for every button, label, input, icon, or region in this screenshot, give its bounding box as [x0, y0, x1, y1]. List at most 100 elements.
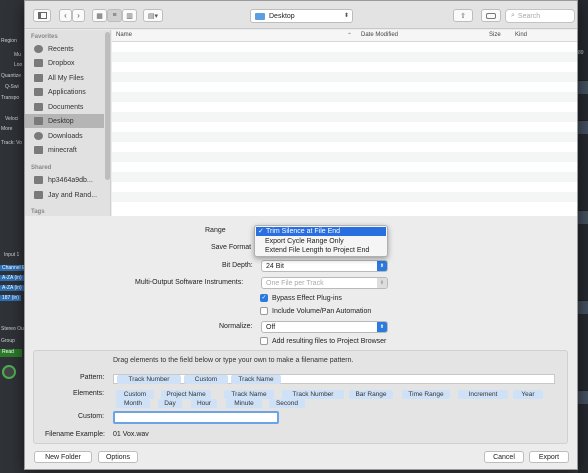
search-placeholder: Search [517, 12, 541, 20]
bypass-checkbox[interactable]: ✓ Bypass Effect Plug-ins [260, 294, 342, 302]
element-token[interactable]: Track Number [282, 390, 344, 399]
sidebar-item-recents[interactable]: Recents [25, 42, 104, 56]
path-popup[interactable]: Desktop ⬍ [250, 9, 353, 23]
sidebar-item-documents[interactable]: Documents [25, 100, 104, 114]
forward-button[interactable]: › [72, 9, 85, 22]
daw-label: Loo [14, 62, 23, 68]
daw-label: More [1, 126, 13, 132]
new-folder-button[interactable]: New Folder [34, 451, 92, 463]
export-dialog: ‹ › ▦ ≡ ▥ ▤▾ Desktop ⬍ ⇧ ⌕ Search Favori… [24, 0, 578, 470]
sidebar-item-desktop[interactable]: Desktop [25, 114, 104, 128]
clock-icon [34, 45, 43, 53]
row-stripe [112, 92, 577, 102]
arrange-button[interactable]: ▤▾ [143, 9, 163, 22]
tag-button[interactable] [481, 9, 501, 22]
sidebar-item-label: Desktop [48, 117, 74, 125]
range-menu: ✓ Trim Silence at File End Export Cycle … [254, 225, 388, 257]
sidebar-header-favorites: Favorites [31, 34, 58, 40]
element-token[interactable]: Year [513, 390, 543, 399]
column-header-size[interactable]: Size [489, 32, 501, 38]
sidebar-item-minecraft[interactable]: minecraft [25, 143, 104, 157]
icon-view-button[interactable]: ▦ [92, 9, 107, 22]
tag-icon [486, 12, 496, 19]
bit-depth-label: Bit Depth: [222, 262, 253, 269]
row-stripe [112, 172, 577, 182]
search-icon: ⌕ [511, 12, 515, 19]
search-input[interactable]: ⌕ Search [505, 9, 575, 23]
daw-label: Region [1, 38, 17, 44]
all-files-icon [34, 74, 43, 82]
desktop-icon [34, 117, 43, 125]
sidebar-item-applications[interactable]: Applications [25, 85, 104, 99]
menu-item-extend-length[interactable]: Extend File Length to Project End [255, 246, 387, 255]
bit-depth-popup[interactable]: 24 Bit ⬍ [261, 260, 388, 272]
checkbox-icon [260, 337, 268, 345]
element-token[interactable]: Project Name [161, 390, 211, 399]
chevron-up-icon: ⌃ [347, 33, 353, 39]
include-automation-checkbox[interactable]: Include Volume/Pan Automation [260, 307, 371, 315]
menu-item-trim-silence[interactable]: ✓ Trim Silence at File End [256, 227, 386, 236]
share-icon: ⇧ [460, 12, 466, 20]
sidebar-item-downloads[interactable]: Downloads [25, 129, 104, 143]
list-view-button[interactable]: ≡ [107, 9, 122, 22]
share-button[interactable]: ⇧ [453, 9, 473, 22]
element-token[interactable]: Custom [116, 390, 154, 399]
daw-label: A-ZA (in) [0, 275, 24, 281]
checkbox-icon [260, 307, 268, 315]
options-button[interactable]: Options [98, 451, 138, 463]
element-token[interactable]: Hour [191, 399, 217, 408]
chevron-updown-icon: ⬍ [377, 322, 387, 332]
arrange-icon: ▤▾ [147, 12, 159, 20]
track-region [578, 120, 588, 134]
sidebar-item-shared-computer[interactable]: hp3464a9db... [25, 173, 104, 187]
back-button[interactable]: ‹ [59, 9, 72, 22]
multi-output-value: One File per Track [266, 279, 324, 287]
element-token[interactable]: Track Name [224, 390, 274, 399]
pan-knob[interactable] [2, 365, 16, 379]
save-format-label: Save Format [211, 244, 252, 251]
add-to-browser-checkbox[interactable]: Add resulting files to Project Browser [260, 337, 386, 345]
column-header-kind[interactable]: Kind [515, 32, 527, 38]
daw-label: Q-Swi [5, 84, 19, 90]
row-stripe [112, 52, 577, 62]
chevron-updown-icon: ⬍ [343, 13, 349, 19]
element-token[interactable]: Time Range [402, 390, 450, 399]
cancel-button[interactable]: Cancel [484, 451, 524, 463]
element-token[interactable]: Minute [226, 399, 262, 408]
pattern-token[interactable]: Track Name [231, 375, 281, 384]
sidebar-item-shared-computer[interactable]: Jay and Rand... [25, 188, 104, 202]
file-list-header: Name ⌃ Date Modified Size Kind [112, 30, 577, 42]
normalize-popup[interactable]: Off ⬍ [261, 321, 388, 333]
sidebar: Favorites Recents Dropbox All My Files A… [25, 30, 111, 216]
pattern-token[interactable]: Custom [184, 375, 228, 384]
pattern-token[interactable]: Track Number [117, 375, 181, 384]
sidebar-toggle-button[interactable] [33, 9, 51, 22]
element-token[interactable]: Bar Range [349, 390, 393, 399]
menu-item-label: Trim Silence at File End [266, 228, 341, 235]
menu-item-export-cycle[interactable]: Export Cycle Range Only [255, 237, 387, 246]
sidebar-icon [37, 12, 47, 19]
column-header-name[interactable]: Name [116, 32, 132, 38]
path-label: Desktop [269, 12, 295, 20]
multi-output-popup[interactable]: One File per Track ⬍ [261, 277, 388, 289]
custom-input[interactable] [113, 411, 279, 424]
row-stripe [112, 192, 577, 202]
filename-example-value: 01 Vox.wav [113, 431, 149, 438]
pattern-field[interactable]: Track Number Custom Track Name [113, 374, 555, 384]
element-token[interactable]: Second [269, 399, 305, 408]
sidebar-item-all-my-files[interactable]: All My Files [25, 71, 104, 85]
column-header-date-modified[interactable]: Date Modified [361, 32, 398, 38]
read-badge: Read [0, 349, 22, 357]
normalize-value: Off [266, 323, 276, 331]
sidebar-item-dropbox[interactable]: Dropbox [25, 56, 104, 70]
add-files-label: Add resulting files to Project Browser [272, 337, 387, 345]
daw-label: Track: Vo [1, 140, 22, 146]
element-token[interactable]: Month [116, 399, 150, 408]
export-button[interactable]: Export [529, 451, 569, 463]
column-view-button[interactable]: ▥ [122, 9, 137, 22]
filename-instructions: Drag elements to the field below or type… [113, 357, 354, 364]
element-token[interactable]: Increment [458, 390, 508, 399]
element-token[interactable]: Day [158, 399, 182, 408]
sidebar-item-label: All My Files [48, 74, 84, 82]
sidebar-scrollbar[interactable] [105, 32, 110, 180]
